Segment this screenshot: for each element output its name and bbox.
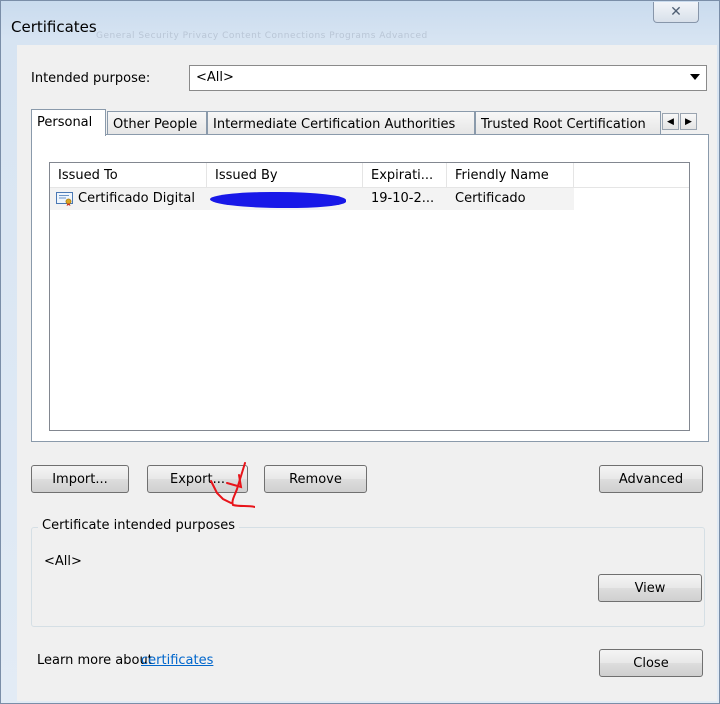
tab-personal[interactable]: Personal — [31, 109, 106, 136]
tab-label: Other People — [113, 117, 198, 132]
tab-panel-personal: Issued To Issued By Expirati... Friendly… — [31, 134, 709, 442]
intended-purpose-value: <All> — [196, 70, 234, 85]
cell-issued-to: Certificado Digital — [78, 191, 195, 206]
certificate-icon — [56, 192, 73, 206]
advanced-button[interactable]: Advanced — [599, 465, 703, 493]
column-issued-to[interactable]: Issued To — [50, 163, 207, 187]
tab-other-people[interactable]: Other People — [107, 111, 207, 134]
remove-button[interactable]: Remove — [264, 465, 367, 493]
cell-expiration: 19-10-2... — [371, 191, 435, 206]
tab-scroll-left-icon[interactable]: ◀ — [662, 113, 679, 130]
column-label: Friendly Name — [455, 168, 549, 183]
column-friendly-name[interactable]: Friendly Name — [447, 163, 574, 187]
purposes-value: <All> — [44, 554, 82, 569]
red-annotation-mark — [210, 462, 255, 508]
title-bar[interactable]: Certificates General Security Privacy Co… — [1, 1, 719, 41]
import-button[interactable]: Import... — [31, 465, 129, 493]
tab-strip: Personal Other People Intermediate Certi… — [31, 109, 699, 136]
window-title: Certificates — [11, 18, 97, 36]
close-button[interactable]: Close — [599, 649, 703, 677]
tab-scroll-right-icon[interactable]: ▶ — [680, 113, 697, 130]
cell-friendly-name: Certificado — [455, 191, 526, 206]
list-header: Issued To Issued By Expirati... Friendly… — [50, 163, 689, 188]
close-icon[interactable]: ✕ — [653, 2, 699, 23]
column-issued-by[interactable]: Issued By — [207, 163, 363, 187]
tab-intermediate-ca[interactable]: Intermediate Certification Authorities — [207, 111, 475, 134]
certificate-list[interactable]: Issued To Issued By Expirati... Friendly… — [49, 162, 690, 431]
tab-label: Personal — [37, 115, 93, 130]
view-button[interactable]: View — [598, 574, 702, 602]
intended-purpose-select[interactable]: <All> — [189, 65, 707, 91]
background-tabs-text: General Security Privacy Content Connect… — [96, 31, 428, 41]
certificates-link[interactable]: certificates — [141, 653, 213, 668]
tab-label: Intermediate Certification Authorities — [213, 117, 456, 132]
chevron-down-icon[interactable] — [690, 74, 700, 80]
column-label: Expirati... — [371, 168, 434, 183]
certificates-dialog: Certificates General Security Privacy Co… — [0, 0, 720, 704]
column-label: Issued To — [58, 168, 118, 183]
intended-purpose-label: Intended purpose: — [31, 71, 151, 86]
learn-more-text: Learn more about — [37, 653, 153, 668]
table-row[interactable]: Certificado Digital 19-10-2... Certifica… — [50, 188, 574, 210]
tab-label: Trusted Root Certification — [481, 117, 646, 132]
tab-trusted-root[interactable]: Trusted Root Certification — [475, 111, 661, 134]
intended-purposes-group: Certificate intended purposes <All> View — [31, 518, 705, 627]
dialog-body: Intended purpose: <All> Personal Other P… — [17, 45, 717, 701]
redacted-issued-by — [210, 192, 346, 208]
column-expiration[interactable]: Expirati... — [363, 163, 447, 187]
column-label: Issued By — [215, 168, 278, 183]
group-title: Certificate intended purposes — [38, 518, 240, 533]
